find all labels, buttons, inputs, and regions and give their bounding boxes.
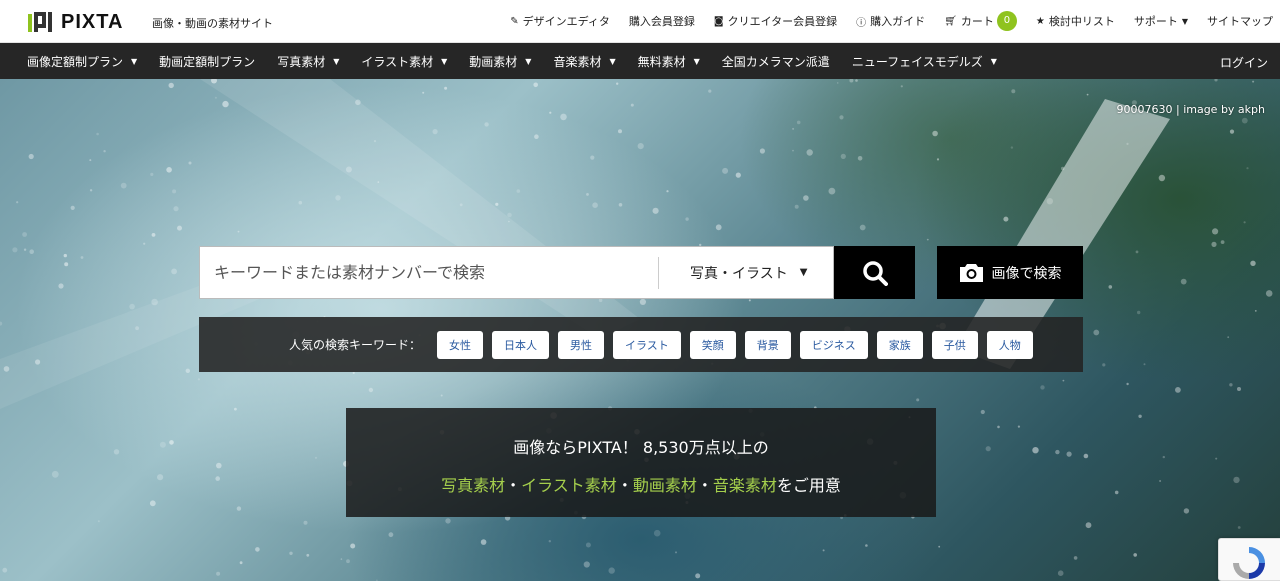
promo-photo[interactable]: 写真素材 [441, 476, 505, 495]
promo-video[interactable]: 動画素材 [633, 476, 697, 495]
keyword-tag[interactable]: 男性 [558, 330, 605, 359]
support-menu[interactable]: サポート ▼ [1134, 13, 1188, 29]
edit-icon: ✎ [510, 15, 519, 27]
nav-item[interactable]: 無料素材 ▼ [638, 53, 700, 70]
keyword-tag[interactable]: ビジネス [799, 330, 868, 359]
chevron-down-icon: ▼ [1181, 16, 1188, 26]
chevron-down-icon: ▼ [990, 56, 997, 66]
top-header: PIXTA 画像・動画の素材サイト ✎ デザインエディタ 購入会員登録 ◙ クリ… [0, 0, 1280, 43]
main-nav: 画像定額制プラン ▼ 動画定額制プラン 写真素材 ▼ イラスト素材 ▼ 動画素材 ▼ 音楽素材 ▼ 無… [0, 43, 1280, 79]
keyword-tag[interactable]: 女性 [437, 330, 484, 359]
cart-count-badge: 0 [996, 11, 1017, 31]
chevron-down-icon: ▼ [441, 56, 448, 66]
nav-item[interactable]: 動画素材 ▼ [469, 53, 531, 70]
search-button[interactable] [834, 246, 915, 299]
nav-item[interactable]: 全国カメラマン派遣 [722, 53, 830, 70]
keyword-tag[interactable]: 子供 [931, 330, 978, 359]
promo-music[interactable]: 音楽素材 [713, 476, 777, 495]
keyword-tag[interactable]: 笑顔 [689, 330, 736, 359]
chevron-down-icon: ▼ [799, 267, 808, 278]
search-icon [862, 260, 888, 286]
logo-text: PIXTA [61, 10, 124, 33]
recaptcha-badge[interactable] [1218, 538, 1280, 581]
camera-icon [959, 264, 983, 282]
promo-headline: 画像ならPIXTA！ 8,530万点以上の [513, 438, 769, 457]
utility-links: ✎ デザインエディタ 購入会員登録 ◙ クリエイター会員登録 ⓘ 購入ガイド 🛒… [491, 11, 1273, 31]
popular-keywords: 人気の検索キーワード： 女性 日本人 男性 イラスト 笑顔 背景 ビジネス 家族 子供 人物 [199, 317, 1083, 372]
sitemap-link[interactable]: サイトマップ [1207, 13, 1273, 29]
popular-keywords-label: 人気の検索キーワード： [289, 338, 422, 352]
image-search-button[interactable]: 画像で検索 [937, 246, 1083, 299]
promo-illust[interactable]: イラスト素材 [521, 476, 617, 495]
site-tagline: 画像・動画の素材サイト [152, 17, 273, 30]
star-icon: ★ [1035, 15, 1045, 27]
promo-subline: 写真素材・イラスト素材・動画素材・音楽素材をご用意 [441, 476, 841, 495]
cart-link[interactable]: 🛒︎ カート 0 [944, 11, 1017, 31]
nav-item[interactable]: 動画定額制プラン [159, 53, 255, 70]
nav-item[interactable]: 画像定額制プラン ▼ [27, 53, 137, 70]
nav-items: 画像定額制プラン ▼ 動画定額制プラン 写真素材 ▼ イラスト素材 ▼ 動画素材 ▼ 音楽素材 ▼ 無… [27, 43, 1019, 79]
chevron-down-icon: ▼ [525, 56, 532, 66]
nav-item[interactable]: 写真素材 ▼ [277, 53, 339, 70]
buyer-signup-link[interactable]: 購入会員登録 [629, 13, 695, 29]
chevron-down-icon: ▼ [131, 56, 138, 66]
hero-banner: 90007630 | image by akph 写真・イラスト ▼ 画像で検索… [0, 79, 1280, 581]
search-input[interactable] [214, 247, 654, 298]
search-bar: 写真・イラスト ▼ [199, 246, 834, 299]
nav-item[interactable]: イラスト素材 ▼ [361, 53, 447, 70]
creator-signup-link[interactable]: ◙ クリエイター会員登録 [714, 13, 837, 29]
nav-item[interactable]: ニューフェイスモデルズ ▼ [852, 53, 997, 70]
info-icon: ⓘ [856, 17, 867, 29]
recaptcha-icon [1233, 547, 1265, 579]
login-link[interactable]: ログイン [1220, 54, 1268, 71]
chevron-down-icon: ▼ [333, 56, 340, 66]
keyword-tag[interactable]: 日本人 [492, 330, 550, 359]
nav-item[interactable]: 音楽素材 ▼ [553, 53, 615, 70]
keyword-tag[interactable]: 背景 [744, 330, 791, 359]
purchase-guide-link[interactable]: ⓘ 購入ガイド [856, 13, 925, 29]
search-divider [658, 257, 659, 289]
category-select[interactable]: 写真・イラスト ▼ [690, 247, 807, 298]
pixta-logo[interactable]: PIXTA [27, 10, 123, 34]
chevron-down-icon: ▼ [693, 56, 700, 66]
watchlist-link[interactable]: ★ 検討中リスト [1036, 13, 1115, 29]
pixta-logo-mark [28, 12, 52, 32]
camera-icon: ◙ [713, 15, 724, 27]
promo-box: 画像ならPIXTA！ 8,530万点以上の 写真素材・イラスト素材・動画素材・音… [346, 408, 936, 517]
cart-icon: 🛒︎ [944, 15, 957, 27]
chevron-down-icon: ▼ [609, 56, 616, 66]
design-editor-link[interactable]: ✎ デザインエディタ [510, 13, 610, 29]
keyword-tag[interactable]: 家族 [876, 330, 923, 359]
keyword-tag[interactable]: 人物 [986, 330, 1033, 359]
keyword-tag[interactable]: イラスト [613, 330, 681, 359]
image-credit: 90007630 | image by akph [1116, 103, 1266, 116]
